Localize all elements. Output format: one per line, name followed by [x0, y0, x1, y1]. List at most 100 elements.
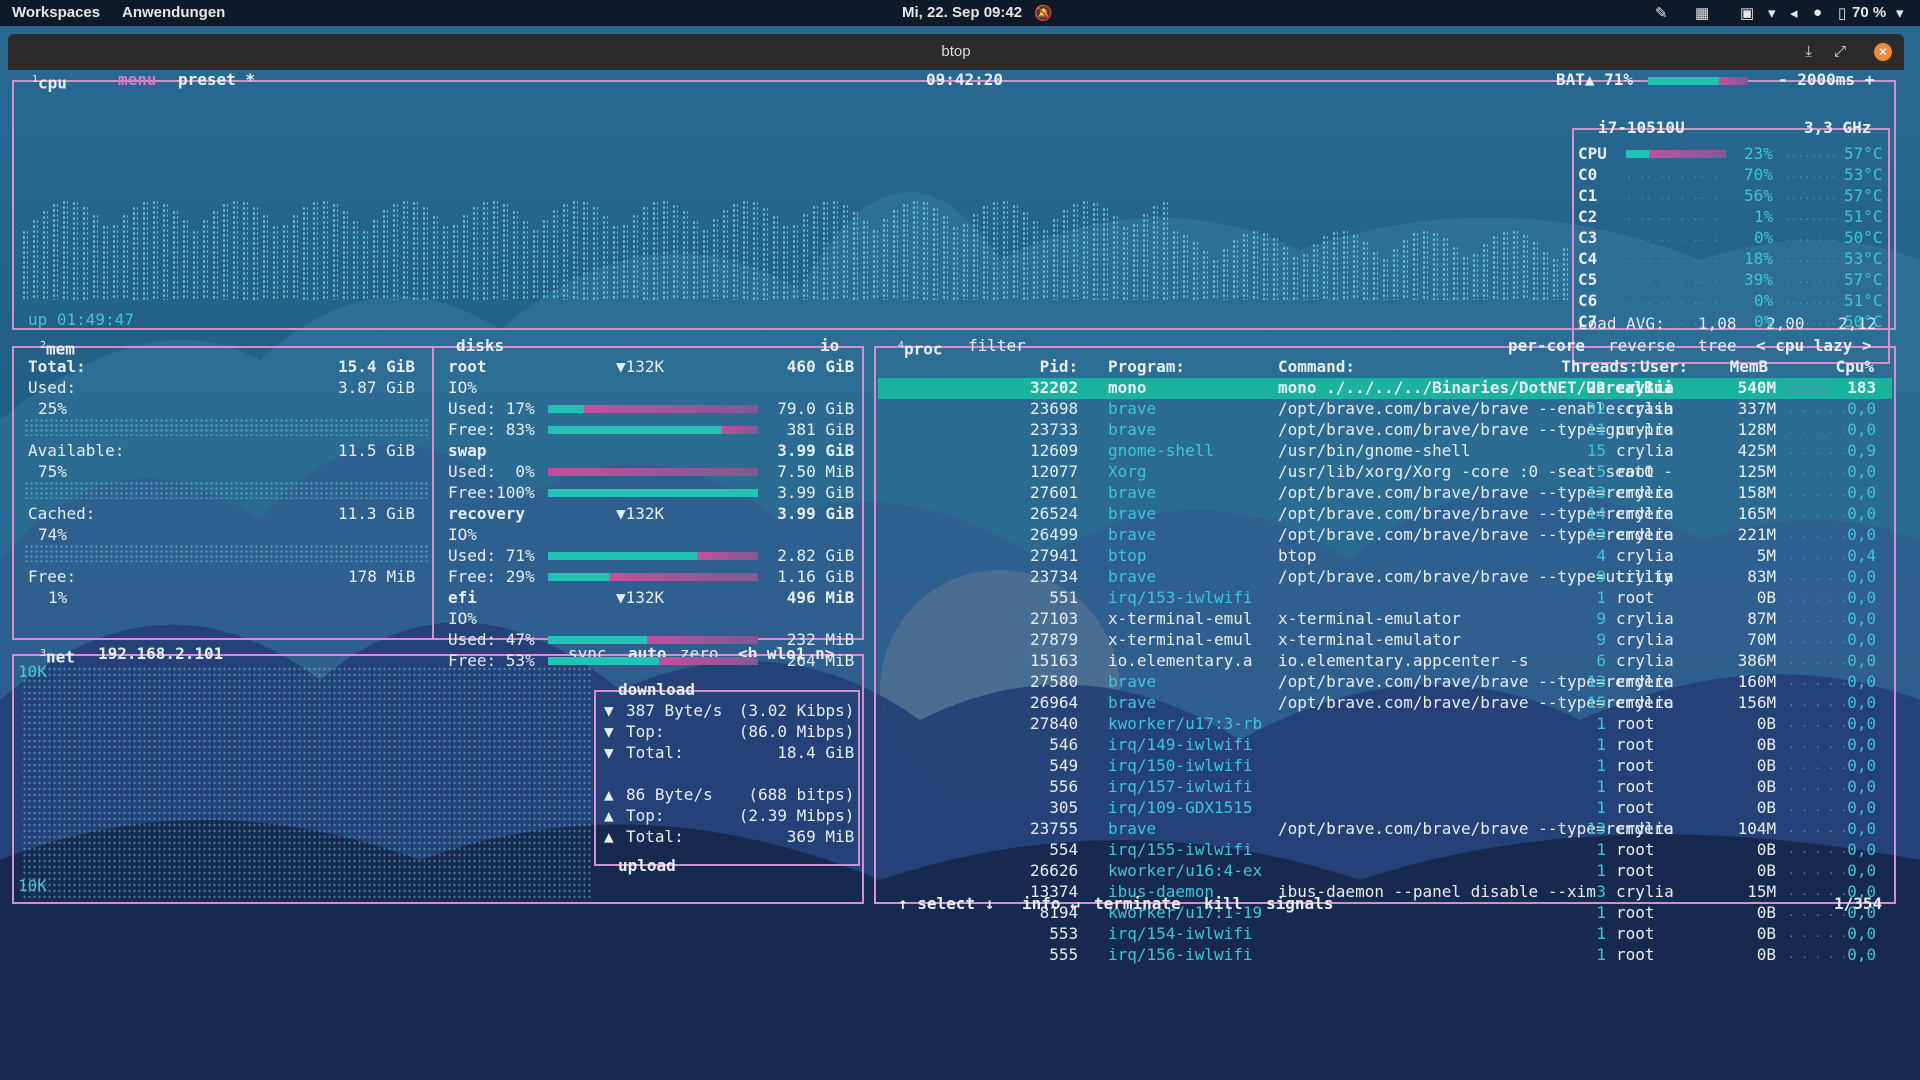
proc-mem[interactable]: 156M — [1738, 693, 1777, 713]
proc-threads[interactable]: 1 — [1596, 777, 1606, 797]
proc-threads[interactable]: 1 — [1596, 861, 1606, 881]
proc-user[interactable]: root — [1616, 840, 1655, 860]
proc-cpu[interactable]: 0,0 — [1847, 924, 1876, 944]
proc-program[interactable]: irq/154-iwlwifi — [1108, 924, 1253, 944]
battery-icon[interactable]: ▯ — [1838, 4, 1846, 22]
header-mem[interactable]: MemB — [1730, 357, 1769, 377]
proc-user[interactable]: crylia — [1616, 693, 1674, 713]
proc-cpu[interactable]: 0,0 — [1847, 693, 1876, 713]
proc-command[interactable]: /usr/lib/xorg/Xorg -core :0 -seat seat0 … — [1278, 462, 1673, 482]
proc-command[interactable]: mono ./../../../Binaries/DotNET/UnrealBu… — [1278, 378, 1673, 398]
proc-mem[interactable]: 128M — [1738, 420, 1777, 440]
proc-cpu[interactable]: 0,9 — [1847, 441, 1876, 461]
proc-cpu[interactable]: 0,4 — [1847, 546, 1876, 566]
proc-mem[interactable]: 0B — [1757, 924, 1776, 944]
proc-threads[interactable]: 5 — [1596, 462, 1606, 482]
proc-threads[interactable]: 13 — [1587, 819, 1606, 839]
proc-mem[interactable]: 0B — [1757, 945, 1776, 965]
proc-program[interactable]: gnome-shell — [1108, 441, 1214, 461]
proc-command[interactable]: x-terminal-emulator — [1278, 609, 1461, 629]
proc-command[interactable]: x-terminal-emulator — [1278, 630, 1461, 650]
proc-threads[interactable]: 9 — [1596, 630, 1606, 650]
proc-threads[interactable]: 1 — [1596, 798, 1606, 818]
proc-pid[interactable]: 556 — [1049, 777, 1078, 797]
proc-pid[interactable]: 549 — [1049, 756, 1078, 776]
applications-menu[interactable]: Anwendungen — [122, 4, 225, 21]
proc-command[interactable]: /opt/brave.com/brave/brave --type=render… — [1278, 483, 1673, 503]
preset-button[interactable]: preset * — [178, 70, 255, 90]
proc-program[interactable]: brave — [1108, 399, 1156, 419]
proc-pid[interactable]: 26964 — [1030, 693, 1078, 713]
proc-pid[interactable]: 23733 — [1030, 420, 1078, 440]
proc-user[interactable]: crylia — [1616, 819, 1674, 839]
proc-threads[interactable]: 22 — [1587, 378, 1606, 398]
cpu-tab[interactable]: 1cpu — [32, 70, 67, 93]
proc-mem[interactable]: 0B — [1757, 735, 1776, 755]
proc-threads[interactable]: 3 — [1596, 882, 1606, 902]
proc-command[interactable]: /opt/brave.com/brave/brave --type=utilit… — [1278, 567, 1673, 587]
menu-button[interactable]: menu — [118, 70, 157, 90]
footer-kill[interactable]: kill — [1204, 894, 1243, 914]
download-icon[interactable]: ⤓ — [1805, 43, 1812, 60]
proc-program[interactable]: brave — [1108, 504, 1156, 524]
proc-pid[interactable]: 32202 — [1030, 378, 1078, 398]
proc-user[interactable]: crylia — [1616, 483, 1674, 503]
proc-program[interactable]: Xorg — [1108, 462, 1147, 482]
proc-pid[interactable]: 27601 — [1030, 483, 1078, 503]
proc-mem[interactable]: 0B — [1757, 798, 1776, 818]
header-pid[interactable]: Pid: — [1040, 357, 1079, 377]
proc-cpu[interactable]: 0,0 — [1847, 840, 1876, 860]
proc-program[interactable]: brave — [1108, 525, 1156, 545]
proc-mem[interactable]: 158M — [1738, 483, 1777, 503]
proc-cpu[interactable]: 0,0 — [1847, 714, 1876, 734]
proc-mem[interactable]: 83M — [1747, 567, 1776, 587]
header-program[interactable]: Program: — [1108, 357, 1185, 377]
proc-user[interactable]: root — [1616, 462, 1655, 482]
proc-program[interactable]: kworker/u16:4-ex — [1108, 861, 1262, 881]
proc-program[interactable]: irq/150-iwlwifi — [1108, 756, 1253, 776]
proc-cpu[interactable]: 0,0 — [1847, 651, 1876, 671]
proc-user[interactable]: crylia — [1616, 609, 1674, 629]
wifi-icon[interactable]: ▾ — [1768, 4, 1776, 22]
proc-user[interactable]: root — [1616, 924, 1655, 944]
proc-threads[interactable]: 32 — [1587, 399, 1606, 419]
proc-pid[interactable]: 27879 — [1030, 630, 1078, 650]
proc-cpu[interactable]: 0,0 — [1847, 945, 1876, 965]
proc-program[interactable]: brave — [1108, 420, 1156, 440]
volume-icon[interactable]: ◂ — [1790, 4, 1798, 22]
proc-user[interactable]: crylia — [1616, 441, 1674, 461]
proc-program[interactable]: irq/156-iwlwifi — [1108, 945, 1253, 965]
proc-pid[interactable]: 12609 — [1030, 441, 1078, 461]
proc-command[interactable]: btop — [1278, 546, 1317, 566]
proc-threads[interactable]: 1 — [1596, 714, 1606, 734]
proc-pid[interactable]: 12077 — [1030, 462, 1078, 482]
proc-command[interactable]: /opt/brave.com/brave/brave --type=render… — [1278, 672, 1673, 692]
proc-command[interactable]: /opt/brave.com/brave/brave --type=render… — [1278, 819, 1673, 839]
proc-cpu[interactable]: 0,0 — [1847, 609, 1876, 629]
header-cpu[interactable]: Cpu% — [1836, 357, 1875, 377]
proc-mem[interactable]: 0B — [1757, 588, 1776, 608]
proc-user[interactable]: crylia — [1616, 504, 1674, 524]
proc-program[interactable]: irq/153-iwlwifi — [1108, 588, 1253, 608]
proc-program[interactable]: btop — [1108, 546, 1147, 566]
proc-user[interactable]: crylia — [1616, 882, 1674, 902]
proc-user[interactable]: crylia — [1616, 378, 1674, 398]
header-user[interactable]: User: — [1640, 357, 1688, 377]
proc-pid[interactable]: 26524 — [1030, 504, 1078, 524]
io-toggle[interactable]: io — [820, 336, 839, 356]
proc-cpu[interactable]: 0,0 — [1847, 777, 1876, 797]
proc-threads[interactable]: 1 — [1596, 588, 1606, 608]
proc-mem[interactable]: 15M — [1747, 882, 1776, 902]
proc-threads[interactable]: 1 — [1596, 924, 1606, 944]
proc-program[interactable]: brave — [1108, 672, 1156, 692]
proc-program[interactable]: mono — [1108, 378, 1147, 398]
proc-pid[interactable]: 26626 — [1030, 861, 1078, 881]
proc-program[interactable]: irq/109-GDX1515 — [1108, 798, 1253, 818]
proc-cpu[interactable]: 0,0 — [1847, 672, 1876, 692]
proc-command[interactable]: io.elementary.appcenter -s — [1278, 651, 1528, 671]
proc-threads[interactable]: 6 — [1596, 651, 1606, 671]
proc-mem[interactable]: 165M — [1738, 504, 1777, 524]
proc-program[interactable]: io.elementary.a — [1108, 651, 1253, 671]
proc-mem[interactable]: 386M — [1738, 651, 1777, 671]
proc-mem[interactable]: 0B — [1757, 714, 1776, 734]
